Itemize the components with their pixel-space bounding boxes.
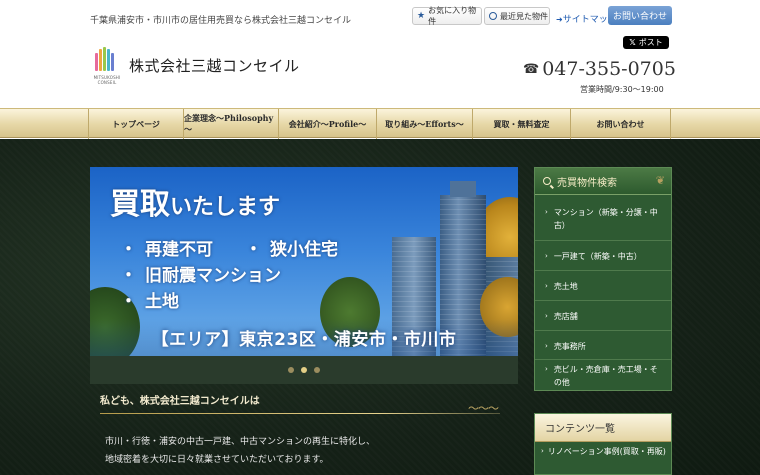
global-nav: トップページ 企業理念～Philosophy～ 会社紹介～Profile～ 取り…: [0, 108, 760, 139]
nav-profile[interactable]: 会社紹介～Profile～: [278, 109, 376, 139]
favorites-label: お気に入り物件: [428, 6, 477, 26]
sidebar-item-office[interactable]: › 売事務所: [535, 331, 671, 360]
chevron-right-icon: ›: [545, 342, 548, 350]
nav-philosophy[interactable]: 企業理念～Philosophy～: [183, 109, 278, 139]
logo-text: MITSUKOSHI CONSEIL: [93, 75, 121, 85]
sidebar-item-label: 一戸建て（新築・中古）: [553, 252, 642, 261]
recent-label: 最近見た物件: [500, 11, 548, 21]
chevron-right-icon: ›: [545, 252, 548, 260]
nav-purchase[interactable]: 買取・無料査定: [472, 109, 570, 139]
slider-dot-active[interactable]: [301, 367, 307, 373]
business-hours: 営業時間/9:30～19:00: [580, 85, 664, 94]
hero-slider[interactable]: 買取いたします ・再建不可 ・狭小住宅 ・旧耐震マンション ・土地 【エリア】東…: [90, 167, 518, 356]
slider-point: 狭小住宅: [270, 240, 338, 260]
company-name[interactable]: 株式会社三越コンセイル: [129, 55, 300, 76]
slider-title: 買取いたします: [110, 179, 280, 223]
sidebar-item-label: マンション（新築・分譲・中古）: [553, 208, 658, 230]
heading-divider: [100, 413, 500, 414]
slider-point: 土地: [145, 292, 179, 312]
slider-title-big: 買取: [110, 187, 170, 222]
chevron-right-icon: ›: [545, 208, 548, 216]
star-icon: ★: [417, 11, 426, 21]
sidebar-item-label: 売土地: [553, 282, 578, 291]
intro-text: 市川・行徳・浦安の中古一戸建、中古マンションの再生に特化し、 地域密着を大切に日…: [105, 433, 375, 469]
slider-point: 再建不可: [145, 240, 213, 260]
slider-title-small: いたします: [170, 195, 281, 220]
sidebar-item-renovation[interactable]: › リノベーション事例(買取・再販): [535, 442, 671, 460]
sidebar-item-label: 売事務所: [553, 342, 586, 351]
contents-box: コンテンツ一覧 › リノベーション事例(買取・再販): [534, 413, 672, 475]
sidebar-item-label: リノベーション事例(買取・再販): [547, 446, 666, 456]
slider-points: ・再建不可 ・狭小住宅 ・旧耐震マンション ・土地: [120, 237, 338, 315]
chevron-right-icon: ›: [541, 447, 544, 455]
contents-title: コンテンツ一覧: [535, 414, 671, 442]
chevron-right-icon: ›: [545, 282, 548, 290]
property-search-label: 売買物件検索: [557, 177, 617, 189]
favorites-button[interactable]: ★ お気に入り物件: [412, 6, 482, 26]
sidebar-item-label: 売ビル・売倉庫・売工場・その他: [553, 365, 658, 387]
sidebar-item-land[interactable]: › 売土地: [535, 271, 671, 301]
sidebar-item-building[interactable]: › 売ビル・売倉庫・売工場・その他: [535, 360, 671, 390]
x-post-button[interactable]: 𝕏 ポスト: [623, 36, 669, 49]
sidebar-item-house[interactable]: › 一戸建て（新築・中古）: [535, 241, 671, 271]
x-post-label: ポスト: [638, 38, 663, 47]
search-icon: [543, 177, 551, 185]
slider-dot[interactable]: [314, 367, 320, 373]
nav-contact[interactable]: お問い合わせ: [570, 109, 671, 139]
phone-icon: ☎: [523, 61, 540, 77]
intro-line: 市川・行徳・浦安の中古一戸建、中古マンションの再生に特化し、: [105, 437, 376, 447]
arrow-right-icon: ➜: [556, 15, 563, 24]
ornament-icon: ❦: [655, 174, 665, 187]
recent-viewed-button[interactable]: 最近見た物件: [484, 7, 550, 25]
chevron-right-icon: ›: [545, 365, 548, 373]
intro-line: 地域密着を大切に日々就業させていただいております。: [105, 455, 329, 465]
slider-point: 旧耐震マンション: [145, 266, 281, 286]
sidebar-item-shop[interactable]: › 売店舗: [535, 301, 671, 331]
contact-button[interactable]: お問い合わせ: [608, 6, 672, 25]
slider-dot[interactable]: [288, 367, 294, 373]
slider-area-text: 【エリア】東京23区・浦安市・市川市: [90, 319, 518, 356]
nav-efforts[interactable]: 取り組み～Efforts～: [376, 109, 472, 139]
sidebar-item-mansion[interactable]: › マンション（新築・分譲・中古）: [535, 195, 671, 241]
clock-icon: [489, 12, 497, 20]
x-logo-icon: 𝕏: [629, 38, 636, 47]
property-search-box: 売買物件検索 ❦ › マンション（新築・分譲・中古） › 一戸建て（新築・中古）…: [534, 167, 672, 391]
slider-pagination: [90, 356, 518, 384]
nav-top[interactable]: トップページ: [88, 109, 183, 139]
phone-text: 047-355-0705: [542, 58, 676, 80]
phone-number[interactable]: ☎ 047-355-0705: [523, 58, 676, 80]
site-header: 千葉県浦安市・市川市の居住用売買なら株式会社三越コンセイル ★ お気に入り物件 …: [0, 0, 760, 108]
property-search-title: 売買物件検索 ❦: [535, 168, 671, 195]
sidebar-item-label: 売店舗: [553, 312, 578, 321]
site-tagline: 千葉県浦安市・市川市の居住用売買なら株式会社三越コンセイル: [90, 16, 352, 26]
chevron-right-icon: ›: [545, 312, 548, 320]
heading-flourish: 〜〜〜: [468, 402, 499, 415]
